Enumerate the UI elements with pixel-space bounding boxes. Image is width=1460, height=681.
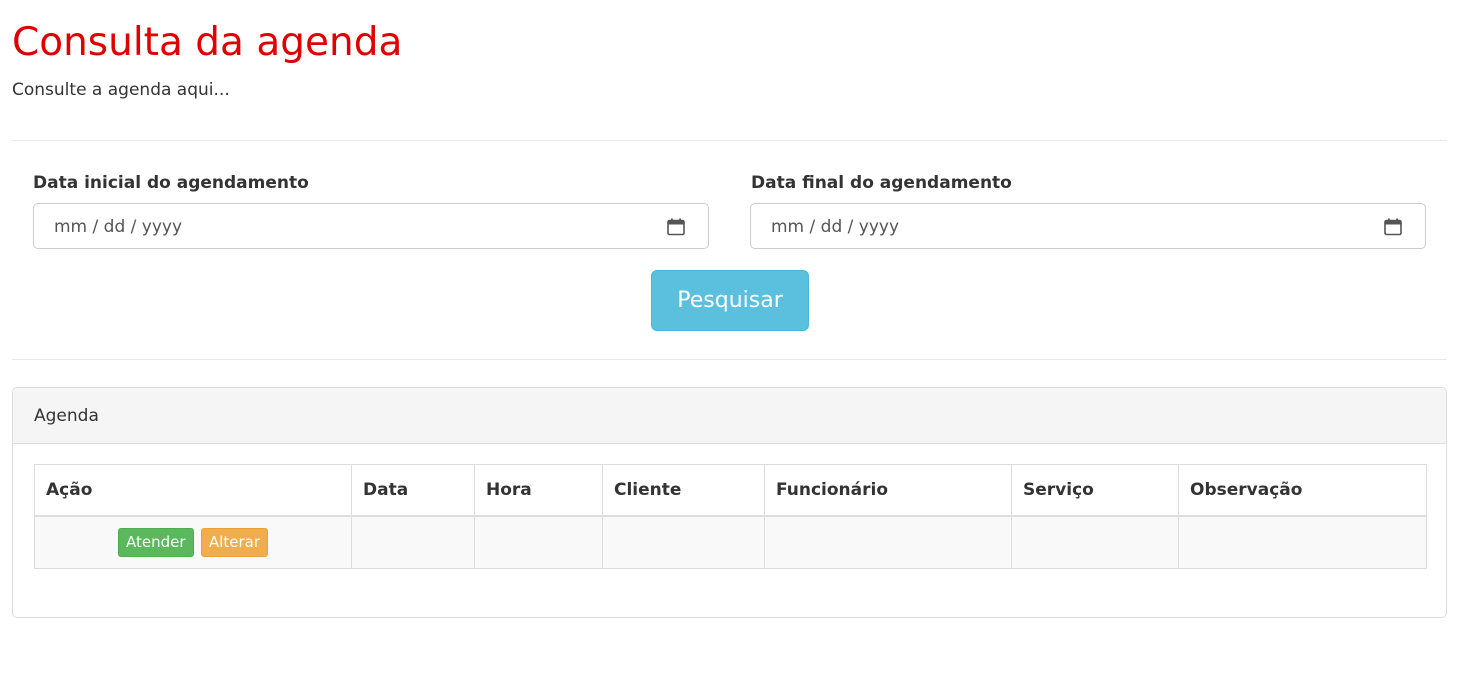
end-date-placeholder: mm / dd / yyyy — [771, 217, 900, 237]
panel-heading: Agenda — [13, 388, 1446, 444]
cell-funcionario — [764, 515, 1012, 569]
calendar-icon[interactable] — [1383, 217, 1403, 237]
end-date-input[interactable]: mm / dd / yyyy — [750, 203, 1426, 249]
page-subtitle: Consulte a agenda aqui... — [12, 80, 230, 100]
panel-title: Agenda — [34, 406, 99, 426]
cell-servico — [1011, 515, 1179, 569]
divider-top — [12, 140, 1447, 141]
column-header-funcionario: Funcionário — [764, 464, 1012, 517]
start-date-label: Data inicial do agendamento — [33, 173, 309, 193]
table-header-row: Ação Data Hora Cliente Funcionário Servi… — [34, 464, 1427, 517]
table-row: Atender Alterar — [34, 515, 1427, 569]
cell-data — [351, 515, 475, 569]
page: Consulta da agenda Consulte a agenda aqu… — [0, 0, 1460, 681]
cell-observacao — [1178, 515, 1427, 569]
start-date-input[interactable]: mm / dd / yyyy — [33, 203, 709, 249]
edit-button[interactable]: Alterar — [200, 527, 268, 557]
column-header-hora: Hora — [474, 464, 603, 517]
column-header-acao: Ação — [34, 464, 352, 517]
column-header-observacao: Observação — [1178, 464, 1427, 517]
calendar-icon[interactable] — [666, 217, 686, 237]
column-header-cliente: Cliente — [602, 464, 765, 517]
end-date-label: Data final do agendamento — [751, 173, 1012, 193]
agenda-table: Ação Data Hora Cliente Funcionário Servi… — [34, 464, 1427, 569]
cell-hora — [474, 515, 603, 569]
search-button[interactable]: Pesquisar — [651, 270, 809, 331]
page-title: Consulta da agenda — [12, 20, 403, 65]
cell-actions: Atender Alterar — [34, 515, 352, 569]
start-date-placeholder: mm / dd / yyyy — [54, 217, 183, 237]
attend-button[interactable]: Atender — [117, 527, 194, 557]
cell-cliente — [602, 515, 765, 569]
column-header-servico: Serviço — [1011, 464, 1179, 517]
divider-bottom — [12, 359, 1447, 360]
agenda-panel: Agenda Ação Data Hora Cliente Funcionári… — [12, 387, 1447, 618]
column-header-data: Data — [351, 464, 475, 517]
